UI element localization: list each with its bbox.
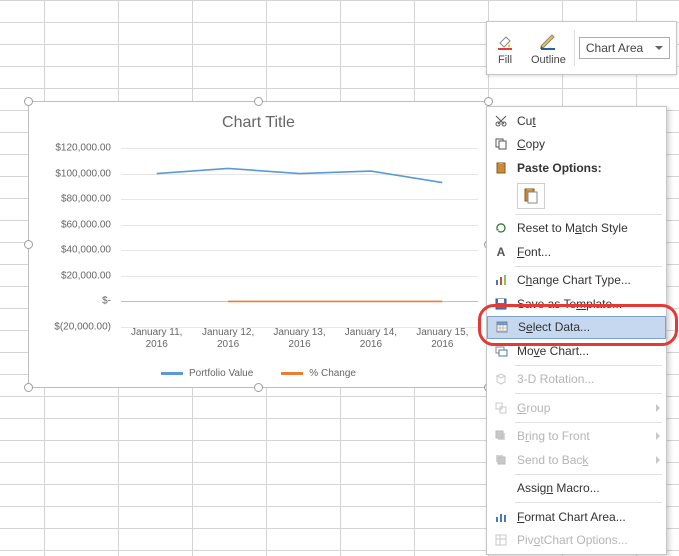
- bring-front-icon: [491, 427, 511, 445]
- x-axis: January 11, 2016 January 12, 2016 Januar…: [121, 327, 478, 355]
- chart-title[interactable]: Chart Title: [29, 102, 488, 132]
- chart-type-icon: [491, 271, 511, 289]
- menu-font[interactable]: A Font...: [487, 240, 666, 264]
- x-tick-label: January 15, 2016: [407, 327, 478, 355]
- scissors-icon: [491, 112, 511, 130]
- y-tick-label: $-: [102, 296, 111, 307]
- legend-label: % Change: [309, 368, 356, 379]
- clipboard-icon: [491, 159, 511, 177]
- fill-button[interactable]: Fill: [487, 22, 523, 74]
- pivot-icon: [491, 531, 511, 549]
- legend-swatch: [281, 372, 303, 375]
- menu-assign-macro[interactable]: Assign Macro...: [487, 477, 666, 501]
- x-tick-label: January 13, 2016: [264, 327, 335, 355]
- y-tick-label: $100,000.00: [55, 168, 111, 179]
- menu-group: Group: [487, 396, 666, 420]
- resize-handle[interactable]: [254, 383, 263, 392]
- resize-handle[interactable]: [24, 97, 33, 106]
- outline-icon: [538, 31, 558, 54]
- chart-element-value: Chart Area: [586, 41, 643, 55]
- format-icon: [491, 508, 511, 526]
- font-icon: A: [491, 243, 511, 261]
- series-portfolio-value[interactable]: [157, 168, 443, 182]
- paste-options-row: [487, 180, 666, 212]
- menu-change-chart-type[interactable]: Change Chart Type...: [487, 269, 666, 293]
- menu-3d-rotation: 3-D Rotation...: [487, 368, 666, 392]
- resize-handle[interactable]: [24, 240, 33, 249]
- y-tick-label: $80,000.00: [61, 194, 111, 205]
- chart-legend[interactable]: Portfolio Value % Change: [29, 368, 488, 379]
- outline-button[interactable]: Outline: [523, 22, 574, 74]
- y-tick-label: $60,000.00: [61, 219, 111, 230]
- resize-handle[interactable]: [24, 383, 33, 392]
- legend-label: Portfolio Value: [189, 368, 253, 379]
- menu-label: 3-D Rotation...: [517, 372, 660, 386]
- y-axis: $120,000.00 $100,000.00 $80,000.00 $60,0…: [43, 148, 115, 327]
- menu-label: Paste Options:: [517, 161, 660, 175]
- plot-area[interactable]: $120,000.00 $100,000.00 $80,000.00 $60,0…: [43, 148, 478, 327]
- fill-label: Fill: [498, 54, 512, 66]
- context-menu: Cut Copy Paste Options: Reset to Match S…: [486, 106, 667, 555]
- resize-handle[interactable]: [254, 97, 263, 106]
- menu-format-chart-area[interactable]: Format Chart Area...: [487, 505, 666, 529]
- group-icon: [491, 399, 511, 417]
- menu-bring-to-front: Bring to Front: [487, 425, 666, 449]
- menu-reset-style[interactable]: Reset to Match Style: [487, 217, 666, 241]
- resize-handle[interactable]: [484, 97, 493, 106]
- mini-toolbar: Fill Outline Chart Area: [486, 21, 677, 75]
- blank-icon: [491, 479, 511, 497]
- legend-item[interactable]: Portfolio Value: [161, 368, 253, 379]
- y-tick-label: $120,000.00: [55, 143, 111, 154]
- y-tick-label: $20,000.00: [61, 270, 111, 281]
- copy-icon: [491, 135, 511, 153]
- chart-lines: [121, 148, 478, 327]
- legend-item[interactable]: % Change: [281, 368, 356, 379]
- menu-send-to-back: Send to Back: [487, 448, 666, 472]
- menu-separator: [515, 422, 662, 423]
- menu-separator: [515, 502, 662, 503]
- select-data-icon: [492, 318, 512, 336]
- paste-option-default[interactable]: [517, 183, 545, 209]
- legend-swatch: [161, 372, 183, 375]
- chart-element-dropdown[interactable]: Chart Area: [579, 37, 670, 59]
- submenu-arrow-icon: [656, 404, 660, 412]
- menu-move-chart[interactable]: Move Chart...: [487, 339, 666, 363]
- toolbar-separator: [574, 30, 575, 66]
- outline-label: Outline: [531, 54, 566, 66]
- save-template-icon: [491, 295, 511, 313]
- menu-separator: [515, 393, 662, 394]
- plot-canvas: [121, 148, 478, 327]
- menu-copy[interactable]: Copy: [487, 133, 666, 157]
- chart-object[interactable]: Chart Title $120,000.00 $100,000.00 $80,…: [28, 101, 489, 388]
- menu-pivotchart-options: PivotChart Options...: [487, 529, 666, 553]
- menu-save-template[interactable]: Save as Template...: [487, 292, 666, 316]
- rotation-icon: [491, 370, 511, 388]
- y-tick-label: $40,000.00: [61, 245, 111, 256]
- y-tick-label: $(20,000.00): [54, 322, 111, 333]
- menu-paste-options-header: Paste Options:: [487, 156, 666, 180]
- submenu-arrow-icon: [656, 456, 660, 464]
- menu-separator: [515, 266, 662, 267]
- menu-separator: [515, 365, 662, 366]
- x-tick-label: January 12, 2016: [192, 327, 263, 355]
- chevron-down-icon: [655, 46, 663, 50]
- x-tick-label: January 14, 2016: [335, 327, 406, 355]
- move-chart-icon: [491, 342, 511, 360]
- menu-cut[interactable]: Cut: [487, 109, 666, 133]
- send-back-icon: [491, 451, 511, 469]
- submenu-arrow-icon: [656, 432, 660, 440]
- fill-icon: [495, 31, 515, 54]
- x-tick-label: January 11, 2016: [121, 327, 192, 355]
- reset-icon: [491, 219, 511, 237]
- menu-select-data[interactable]: Select Data...: [487, 316, 666, 340]
- menu-separator: [515, 474, 662, 475]
- menu-separator: [515, 214, 662, 215]
